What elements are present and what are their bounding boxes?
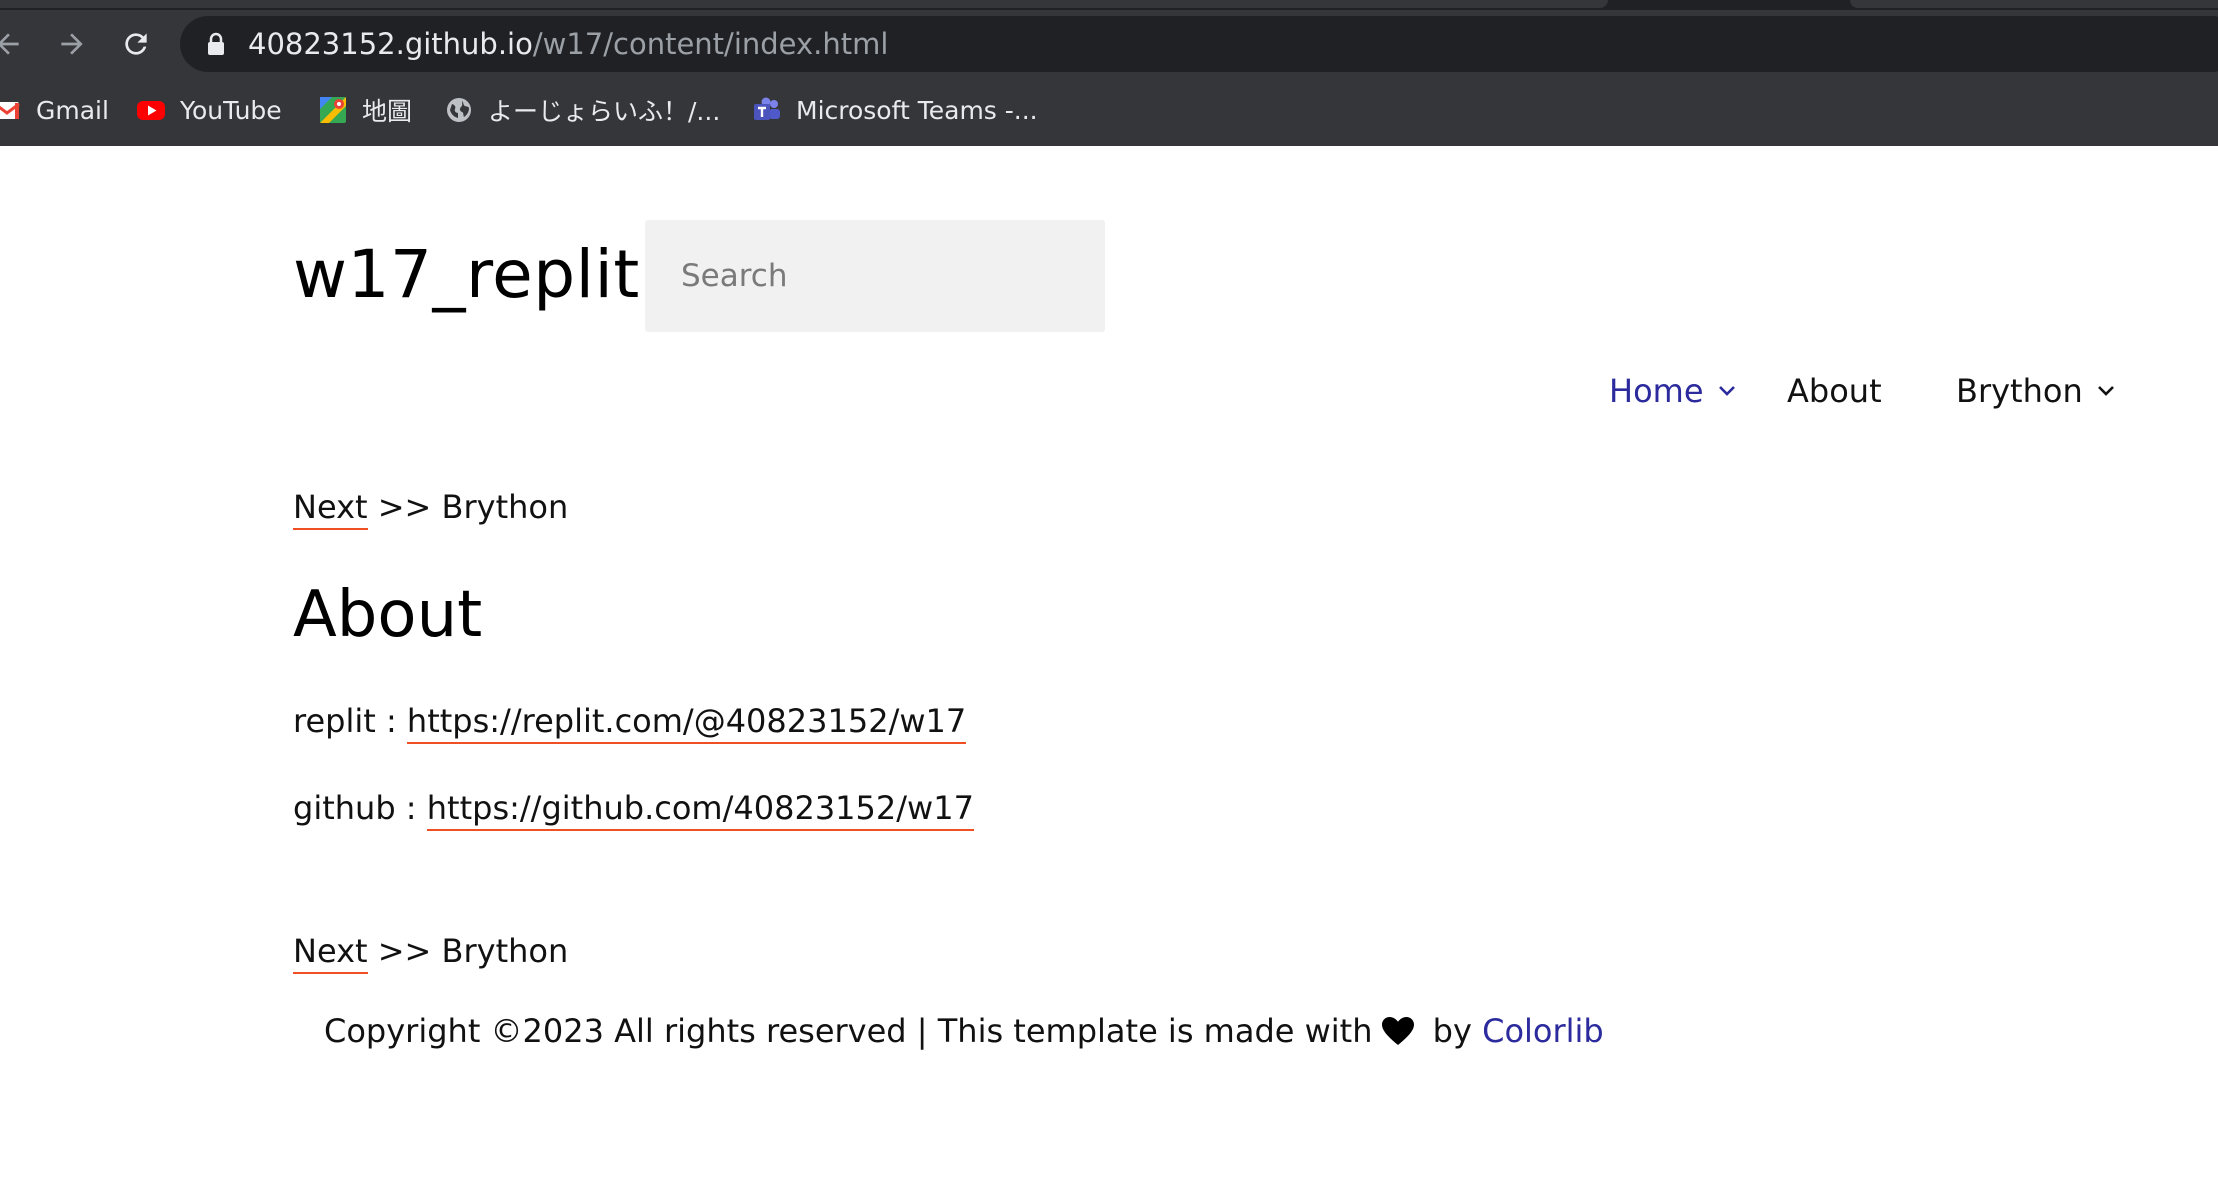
url-path: /w17/content/index.html bbox=[532, 27, 889, 61]
lock-icon bbox=[208, 32, 224, 55]
breadcrumb-bottom: Next >> Brython bbox=[293, 932, 569, 974]
bookmarks-bar: Gmail YouTube 地圖 よーじょらいふ！/... Microsoft … bbox=[0, 88, 2218, 132]
replit-label: replit : bbox=[293, 702, 407, 740]
tab-strip bbox=[0, 0, 2218, 10]
next-link[interactable]: Next bbox=[293, 932, 368, 974]
footer-copyright: Copyright ©2023 All rights reserved | Th… bbox=[324, 1012, 1373, 1050]
bookmark-teams[interactable]: Microsoft Teams -... bbox=[752, 88, 1038, 132]
github-line: github : https://github.com/40823152/w17 bbox=[293, 789, 974, 831]
bookmark-maps[interactable]: 地圖 bbox=[318, 88, 412, 132]
bookmark-label: 地圖 bbox=[362, 97, 413, 126]
nav-brython-label: Brython bbox=[1956, 372, 2083, 410]
chevron-down-icon bbox=[2097, 386, 2114, 396]
globe-icon bbox=[444, 95, 474, 125]
bookmark-yojolife[interactable]: よーじょらいふ！/... bbox=[444, 88, 720, 132]
url-host: 40823152.github.io bbox=[248, 27, 533, 61]
page: w17_replit Home About Brython Next >> Br… bbox=[0, 146, 2218, 1178]
url-text: 40823152.github.io/w17/content/index.htm… bbox=[248, 28, 888, 60]
github-label: github : bbox=[293, 789, 427, 827]
breadcrumb-text: >> Brython bbox=[367, 488, 569, 526]
bookmark-gmail[interactable]: Gmail bbox=[0, 88, 109, 132]
bookmark-label: YouTube bbox=[180, 95, 282, 125]
page-heading: About bbox=[293, 578, 483, 652]
reload-button[interactable] bbox=[116, 24, 156, 64]
nav-home-label: Home bbox=[1609, 372, 1704, 410]
nav-about[interactable]: About bbox=[1787, 372, 1882, 410]
footer: Copyright ©2023 All rights reserved | Th… bbox=[324, 1012, 1604, 1050]
back-arrow-icon bbox=[0, 33, 19, 55]
search-input[interactable] bbox=[645, 220, 1105, 332]
breadcrumb-top: Next >> Brython bbox=[293, 488, 569, 530]
tab-active[interactable] bbox=[0, 0, 1608, 8]
chevron-down-icon bbox=[1718, 386, 1735, 396]
colorlib-link[interactable]: Colorlib bbox=[1482, 1012, 1604, 1050]
replit-line: replit : https://replit.com/@40823152/w1… bbox=[293, 702, 967, 744]
gmail-icon bbox=[0, 95, 22, 125]
reload-icon bbox=[125, 33, 147, 55]
github-link[interactable]: https://github.com/40823152/w17 bbox=[426, 789, 974, 831]
nav-home[interactable]: Home bbox=[1609, 372, 1736, 410]
bookmark-label: よーじょらいふ！/... bbox=[488, 97, 721, 126]
bookmark-youtube[interactable]: YouTube bbox=[136, 88, 282, 132]
site-title[interactable]: w17_replit bbox=[293, 236, 640, 313]
maps-icon bbox=[318, 95, 348, 125]
replit-link[interactable]: https://replit.com/@40823152/w17 bbox=[406, 702, 967, 744]
address-bar[interactable]: 40823152.github.io/w17/content/index.htm… bbox=[180, 16, 2218, 72]
bookmark-label: Microsoft Teams -... bbox=[796, 95, 1038, 125]
breadcrumb-text: >> Brython bbox=[367, 932, 569, 970]
bookmark-label: Gmail bbox=[36, 95, 109, 125]
footer-by: by bbox=[1422, 1012, 1483, 1050]
browser-chrome: 40823152.github.io/w17/content/index.htm… bbox=[0, 0, 2218, 146]
tab-inactive[interactable] bbox=[1850, 0, 2218, 8]
nav-about-label: About bbox=[1787, 372, 1882, 410]
back-button[interactable] bbox=[0, 24, 28, 64]
heart-icon bbox=[1381, 1017, 1414, 1045]
forward-button[interactable] bbox=[52, 24, 92, 64]
teams-icon bbox=[752, 95, 782, 125]
nav-brython[interactable]: Brython bbox=[1956, 372, 2115, 410]
next-link[interactable]: Next bbox=[293, 488, 368, 530]
youtube-icon bbox=[136, 95, 166, 125]
forward-arrow-icon bbox=[61, 33, 83, 55]
